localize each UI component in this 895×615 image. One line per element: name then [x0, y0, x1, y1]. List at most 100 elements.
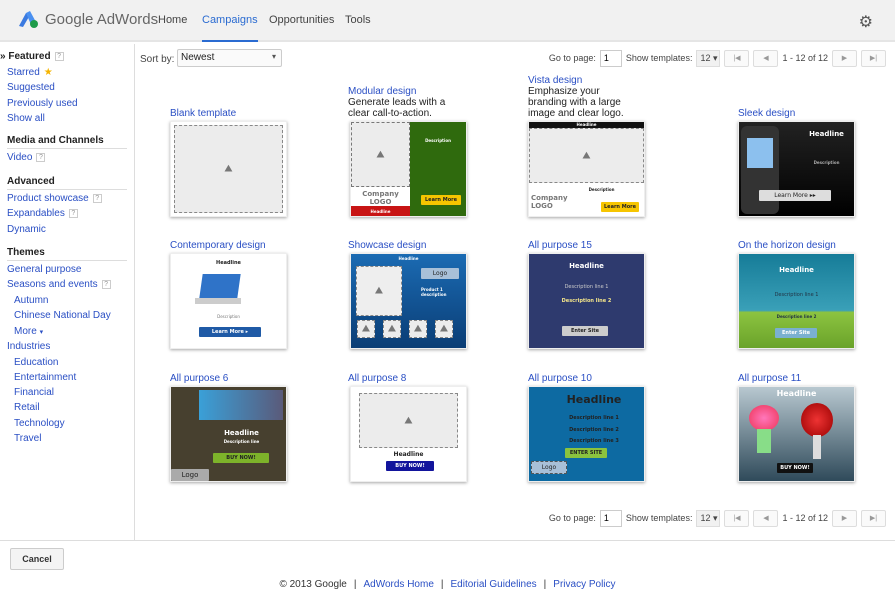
sidebar-item-chinese-national-day[interactable]: Chinese National Day [14, 310, 111, 321]
template-title[interactable]: Modular design [348, 86, 448, 97]
sort-select[interactable]: Newest [177, 49, 282, 67]
template-title[interactable]: All purpose 11 [738, 373, 895, 384]
prev-page-button[interactable]: ◀ [753, 49, 779, 67]
footer-link-editorial-guidelines[interactable]: Editorial Guidelines [451, 579, 537, 590]
thumbnail-text: Enter Site [562, 326, 608, 336]
themes-heading: Themes [7, 247, 127, 261]
sidebar-item-product-showcase[interactable]: Product showcase? [7, 193, 102, 204]
sidebar-item-general-purpose[interactable]: General purpose [7, 264, 82, 275]
footer-link-adwords-home[interactable]: AdWords Home [363, 579, 433, 590]
sidebar-item-video[interactable]: Video? [7, 152, 46, 163]
thumbnail-text: Headline [398, 256, 419, 261]
thumbnail-text: Headline [576, 122, 597, 127]
help-icon[interactable]: ? [68, 208, 78, 218]
chevron-down-icon: ▾ [39, 329, 44, 336]
template-label: All purpose 10 [528, 373, 708, 384]
template-thumbnail[interactable]: Headline Logo Product 1 description [350, 253, 467, 349]
prev-page-button[interactable]: ◀ [753, 509, 779, 527]
template-description: Emphasize your branding with a large ima… [528, 86, 624, 119]
template-thumbnail[interactable]: Headline Description line 1 Description li… [738, 253, 855, 349]
show-templates-label: Show templates: [625, 53, 693, 63]
template-thumbnail[interactable]: Headline Description Company LOGO Learn Mor… [528, 121, 645, 217]
sidebar-item-industries[interactable]: Industries [7, 341, 50, 352]
sidebar-item-starred[interactable]: Starred ★ [7, 67, 53, 78]
adwords-logo-icon [19, 11, 38, 28]
nav-opportunities[interactable]: Opportunities [269, 14, 334, 26]
thumbnail-text: Headline [370, 209, 391, 214]
thumbnail-text: Learn More ▸▸ [759, 190, 831, 201]
template-title[interactable]: On the horizon design [738, 240, 895, 251]
template-title[interactable]: Blank template [170, 108, 350, 119]
sidebar-item-retail[interactable]: Retail [14, 402, 40, 413]
template-title[interactable]: All purpose 10 [528, 373, 708, 384]
sidebar-item-show-all[interactable]: Show all [7, 113, 45, 124]
show-templates-select[interactable]: 12 ▾ [696, 509, 721, 527]
sidebar-item-suggested[interactable]: Suggested [7, 82, 55, 93]
template-thumbnail[interactable]: Headline Description line 1 Description li… [528, 253, 645, 349]
thumbnail-graphic [195, 298, 241, 304]
first-page-button[interactable]: |◀ [724, 49, 750, 67]
first-page-button[interactable]: |◀ [724, 509, 750, 527]
footer-link-privacy-policy[interactable]: Privacy Policy [553, 579, 615, 590]
sidebar-item-technology[interactable]: Technology [14, 418, 65, 429]
featured-label: Featured [8, 51, 51, 62]
thumbnail-text: Enter Site [775, 328, 817, 338]
thumbnail-text: Headline [393, 451, 424, 458]
star-icon: ★ [43, 67, 53, 78]
thumbnail-text: BUY NOW! [386, 461, 434, 471]
sidebar-item-previously-used[interactable]: Previously used [7, 98, 78, 109]
template-title[interactable]: Sleek design [738, 108, 895, 119]
template-label: Blank template [170, 108, 350, 119]
template-description: Generate leads with a clear call-to-acti… [348, 97, 446, 119]
template-thumbnail[interactable]: Headline Description Learn More ▸ [170, 253, 287, 349]
template-thumbnail[interactable]: Description Company LOGO Headline Learn Mor… [350, 121, 467, 217]
goto-page-input[interactable] [599, 509, 622, 527]
thumbnail-text: Description line 1 [774, 292, 819, 298]
last-page-button[interactable]: ▶| [861, 509, 886, 527]
thumbnail-text: Company LOGO [531, 194, 568, 210]
template-thumbnail[interactable]: Headline BUY NOW! [350, 386, 467, 482]
next-page-button[interactable]: ▶ [832, 509, 857, 527]
nav-home[interactable]: Home [158, 14, 187, 26]
sidebar-item-education[interactable]: Education [14, 357, 58, 368]
adwords-logo[interactable]: Google AdWords [17, 10, 158, 28]
thumbnail-text: Logo [421, 268, 459, 279]
sidebar-item-autumn[interactable]: Autumn [14, 295, 48, 306]
sidebar-item-dynamic[interactable]: Dynamic [7, 224, 46, 235]
help-icon[interactable]: ? [92, 193, 102, 203]
template-thumbnail[interactable] [170, 121, 287, 217]
help-icon[interactable]: ? [101, 279, 111, 289]
sidebar-item-travel[interactable]: Travel [14, 433, 41, 444]
help-icon[interactable]: ? [36, 152, 46, 162]
template-title[interactable]: Showcase design [348, 240, 528, 251]
nav-campaigns[interactable]: Campaigns [202, 14, 258, 42]
page-range: 1 - 12 of 12 [782, 513, 828, 523]
template-title[interactable]: Contemporary design [170, 240, 350, 251]
thumbnail-text: Company LOGO [362, 190, 399, 206]
next-page-button[interactable]: ▶ [832, 49, 857, 67]
template-thumbnail[interactable]: Headline Description line BUY NOW! Logo [170, 386, 287, 482]
thumbnail-graphic [199, 274, 241, 298]
goto-page-input[interactable] [599, 49, 622, 67]
sidebar-item-more[interactable]: More ▾ [14, 326, 43, 337]
show-templates-select[interactable]: 12 ▾ [696, 49, 721, 67]
template-label: Showcase design [348, 240, 528, 251]
template-title[interactable]: All purpose 6 [170, 373, 350, 384]
template-title[interactable]: All purpose 15 [528, 240, 708, 251]
sidebar-item-expandables[interactable]: Expandables? [7, 208, 78, 219]
sidebar-item-seasons[interactable]: Seasons and events? [7, 279, 111, 290]
template-title[interactable]: All purpose 8 [348, 373, 528, 384]
help-icon[interactable]: ? [54, 51, 64, 61]
sidebar-item-entertainment[interactable]: Entertainment [14, 372, 76, 383]
nav-tools[interactable]: Tools [345, 14, 371, 26]
template-thumbnail[interactable]: Headline Description line 1 Description li… [528, 386, 645, 482]
cancel-button[interactable]: Cancel [10, 548, 64, 570]
top-header: Google AdWords Home Campaigns Opportunit… [0, 0, 895, 42]
template-thumbnail[interactable]: Headline Description Learn More ▸▸ [738, 121, 855, 217]
template-title[interactable]: Vista design [528, 75, 628, 86]
sidebar-item-financial[interactable]: Financial [14, 387, 54, 398]
gear-icon[interactable]: ⚙ [859, 12, 873, 32]
sidebar-item-featured[interactable]: » Featured? [0, 51, 64, 62]
template-thumbnail[interactable]: Headline BUY NOW! [738, 386, 855, 482]
last-page-button[interactable]: ▶| [861, 49, 886, 67]
